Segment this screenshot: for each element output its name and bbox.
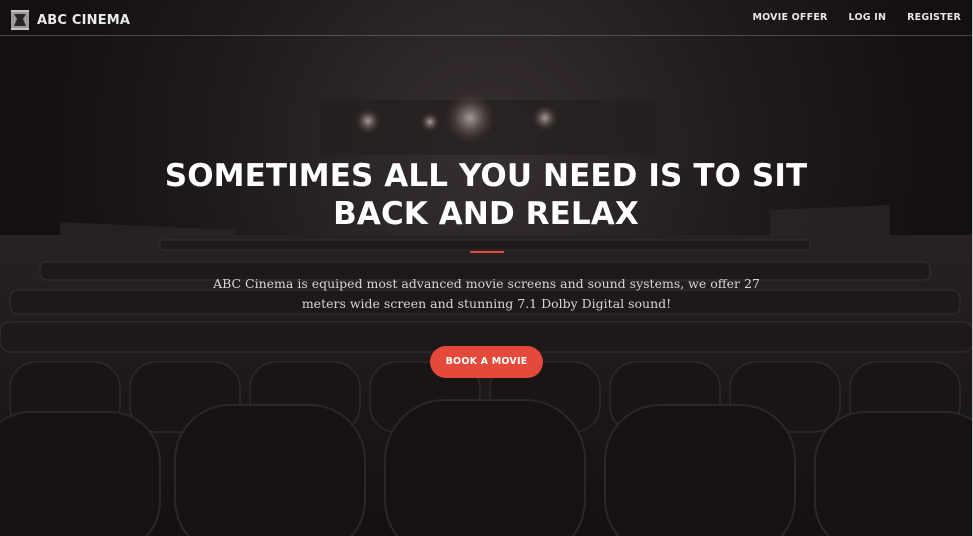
book-movie-button[interactable]: BOOK A MOVIE — [430, 346, 543, 378]
hero-headline: SOMETIMES ALL YOU NEED IS TO SIT BACK AN… — [164, 158, 808, 232]
hero-content: SOMETIMES ALL YOU NEED IS TO SIT BACK AN… — [0, 0, 972, 536]
headline-divider — [470, 251, 504, 253]
hero-section: ABC CINEMA MOVIE OFFER LOG IN REGISTER S… — [0, 0, 973, 536]
hero-description: ABC Cinema is equiped most advanced movi… — [213, 276, 760, 311]
